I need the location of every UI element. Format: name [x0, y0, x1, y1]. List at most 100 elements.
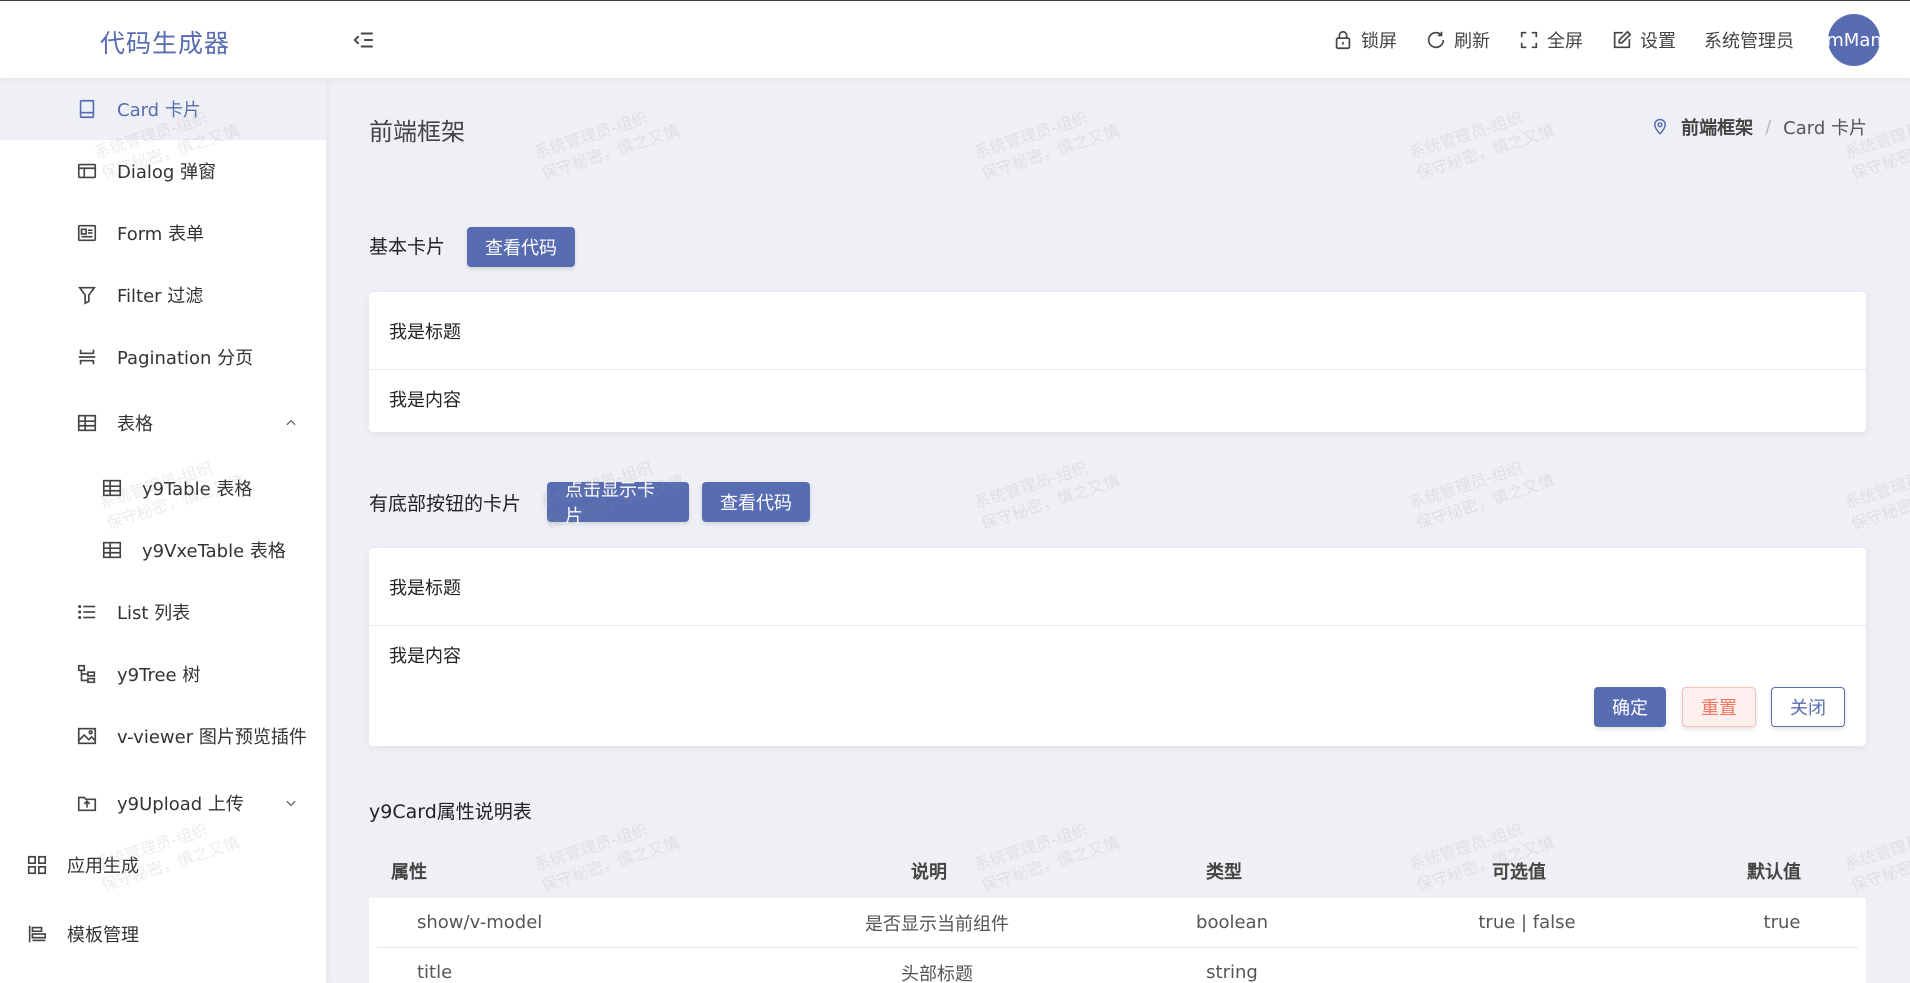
table-icon: [102, 541, 122, 559]
sidebar-item-label: Pagination 分页: [117, 348, 254, 369]
sidebar-item-label: Form 表单: [117, 224, 205, 245]
sidebar-item-label: 模板管理: [67, 925, 139, 946]
upload-icon: [77, 796, 97, 812]
column-header: 默认值: [1747, 862, 1801, 883]
sidebar-item-card[interactable]: Card 卡片: [0, 78, 326, 140]
breadcrumb-current: Card 卡片: [1783, 118, 1867, 139]
breadcrumb: 前端框架 / Card 卡片: [1651, 114, 1867, 140]
sidebar-item-label: List 列表: [117, 603, 191, 624]
app-logo[interactable]: 代码生成器: [100, 24, 230, 60]
grid-icon: [27, 855, 47, 875]
show-card-button[interactable]: 点击显示卡片: [547, 480, 689, 527]
avatar[interactable]: mMan: [1828, 14, 1880, 66]
sidebar-item-filter[interactable]: Filter 过滤: [0, 264, 326, 326]
table-cell: 是否显示当前组件: [865, 913, 1009, 935]
top-bar: 代码生成器 锁屏 刷新 全屏 设置 系统管理员 mMan: [0, 0, 1910, 78]
sidebar-item-y9vxetable[interactable]: y9VxeTable 表格: [0, 519, 326, 581]
table-icon: [102, 479, 122, 497]
breadcrumb-separator: /: [1765, 116, 1772, 138]
template-icon: [28, 925, 47, 943]
card-body: 我是内容: [389, 390, 461, 411]
breadcrumb-root[interactable]: 前端框架: [1681, 114, 1753, 140]
footer-card-title: 有底部按钮的卡片: [369, 493, 522, 515]
lock-screen-button[interactable]: 锁屏: [1332, 27, 1397, 53]
location-pin-icon: [1654, 118, 1667, 135]
pagination-icon: [78, 349, 96, 365]
chevron-up-icon: [286, 419, 296, 426]
dialog-icon: [77, 163, 97, 179]
fullscreen-icon: [1520, 31, 1538, 49]
chevron-down-icon: [286, 800, 296, 807]
card-icon: [79, 99, 95, 119]
sidebar-item-pagination[interactable]: Pagination 分页: [0, 326, 326, 388]
sidebar-item-tree[interactable]: y9Tree 树: [0, 643, 326, 705]
props-table-title: y9Card属性说明表: [369, 801, 532, 823]
sidebar-item-table-group[interactable]: 表格: [0, 392, 326, 454]
sidebar-item-label: 表格: [117, 414, 153, 435]
table-icon: [77, 414, 97, 432]
tree-icon: [77, 664, 96, 684]
refresh-button[interactable]: 刷新: [1425, 27, 1490, 53]
page-title: 前端框架: [369, 118, 465, 146]
basic-card: 我是标题 我是内容: [369, 292, 1866, 432]
card-body: 我是内容: [389, 646, 461, 667]
footer-view-code-button[interactable]: 查看代码: [702, 482, 810, 522]
table-row: title 头部标题 string: [377, 948, 1858, 983]
sidebar-item-y9table[interactable]: y9Table 表格: [0, 457, 326, 519]
refresh-label: 刷新: [1454, 31, 1490, 52]
sidebar-item-label: y9Table 表格: [142, 479, 253, 500]
sidebar-item-label: Dialog 弹窗: [117, 162, 217, 183]
sidebar-item-form[interactable]: Form 表单: [0, 202, 326, 264]
list-icon: [78, 604, 96, 620]
sidebar-item-upload[interactable]: y9Upload 上传: [0, 772, 326, 834]
close-button[interactable]: 关闭: [1771, 687, 1845, 727]
confirm-button[interactable]: 确定: [1594, 687, 1666, 727]
sidebar-item-app-gen[interactable]: 应用生成: [0, 834, 326, 896]
column-header: 类型: [1206, 862, 1242, 883]
sidebar-item-list[interactable]: List 列表: [0, 581, 326, 643]
column-header: 可选值: [1492, 862, 1546, 883]
card-header: 我是标题: [369, 548, 1866, 626]
lock-label: 锁屏: [1361, 31, 1397, 52]
fullscreen-label: 全屏: [1547, 31, 1583, 52]
table-cell: boolean: [1196, 912, 1268, 933]
basic-card-title: 基本卡片: [369, 236, 446, 258]
settings-label: 设置: [1640, 31, 1676, 52]
table-cell: 头部标题: [901, 963, 973, 983]
table-cell: true | false: [1478, 912, 1576, 933]
sidebar-item-label: Card 卡片: [117, 100, 201, 121]
table-cell: string: [1206, 962, 1258, 983]
fullscreen-button[interactable]: 全屏: [1518, 27, 1583, 53]
column-header: 属性: [391, 862, 427, 883]
main-content: 前端框架 前端框架 / Card 卡片 基本卡片 查看代码 我是标题 我是内容 …: [326, 78, 1910, 983]
lock-icon: [1335, 30, 1351, 50]
sidebar-item-label: 应用生成: [67, 856, 139, 877]
sidebar-item-dialog[interactable]: Dialog 弹窗: [0, 140, 326, 202]
card-header: 我是标题: [369, 292, 1866, 370]
username[interactable]: 系统管理员: [1704, 27, 1794, 53]
settings-button[interactable]: 设置: [1611, 27, 1676, 53]
sidebar-item-v-viewer[interactable]: v-viewer 图片预览插件: [0, 705, 326, 767]
table-cell: title: [417, 962, 453, 983]
sidebar-item-label: y9Tree 树: [117, 665, 201, 686]
sidebar: Card 卡片 Dialog 弹窗 Form 表单 Filter 过滤 Pagi…: [0, 78, 326, 983]
collapse-sidebar-icon[interactable]: [350, 27, 376, 53]
column-header: 说明: [911, 862, 947, 883]
reset-button[interactable]: 重置: [1682, 687, 1756, 727]
sidebar-item-label: Filter 过滤: [117, 286, 204, 307]
form-icon: [77, 224, 97, 242]
sidebar-item-template[interactable]: 模板管理: [0, 903, 326, 965]
table-header: 属性 说明 类型 可选值 默认值: [369, 844, 1866, 898]
table-cell: true: [1763, 912, 1801, 933]
sidebar-item-label: v-viewer 图片预览插件: [117, 727, 307, 748]
image-icon: [77, 727, 97, 745]
filter-icon: [78, 286, 96, 305]
props-table: 属性 说明 类型 可选值 默认值 show/v-model 是否显示当前组件 b…: [369, 844, 1866, 983]
table-cell: show/v-model: [417, 912, 543, 933]
basic-view-code-button[interactable]: 查看代码: [467, 227, 575, 267]
table-row: show/v-model 是否显示当前组件 boolean true | fal…: [377, 898, 1858, 948]
top-actions: 锁屏 刷新 全屏 设置 系统管理员 mMan: [1304, 1, 1880, 79]
edit-settings-icon: [1613, 30, 1632, 49]
refresh-icon: [1427, 31, 1445, 49]
sidebar-item-label: y9VxeTable 表格: [142, 541, 286, 562]
